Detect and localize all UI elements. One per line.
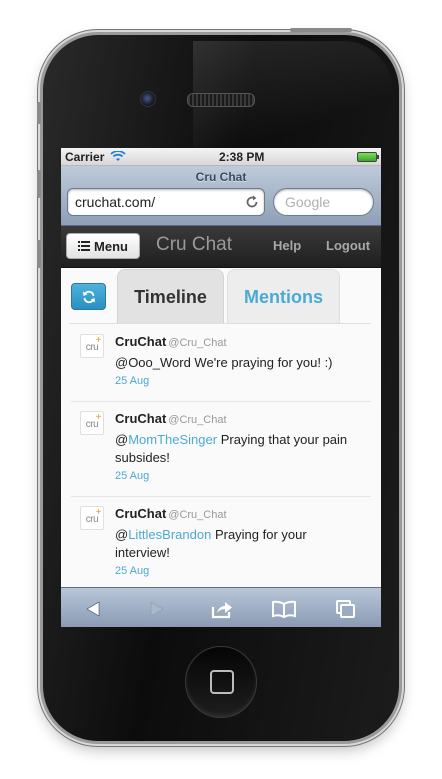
avatar[interactable]: cru + [80, 506, 104, 530]
menu-button[interactable]: Menu [66, 233, 140, 259]
status-bar: Carrier 2:38 PM [61, 148, 381, 166]
tweet-author[interactable]: CruChat [115, 411, 166, 426]
tweet-item[interactable]: cru + CruChat @Cru_Chat @Ooo_Word We're pr… [71, 325, 371, 402]
mention-link[interactable]: LittlesBrandon [128, 527, 211, 542]
reload-icon[interactable] [244, 194, 260, 210]
tweet-author[interactable]: CruChat [115, 334, 166, 349]
mention-link[interactable]: MomTheSinger [128, 432, 217, 447]
brand-title[interactable]: Cru Chat [156, 234, 232, 256]
avatar[interactable]: cru + [80, 411, 104, 435]
tweet-author[interactable]: CruChat [115, 506, 166, 521]
url-text: cruchat.com/ [75, 194, 156, 210]
tab-mentions[interactable]: Mentions [227, 269, 340, 323]
home-button[interactable] [185, 646, 257, 718]
back-arrow-icon[interactable] [83, 599, 105, 619]
earpiece-speaker [187, 93, 255, 107]
tab-timeline[interactable]: Timeline [117, 269, 224, 323]
address-bar[interactable]: cruchat.com/ [67, 188, 265, 216]
safari-toolbar [61, 587, 381, 627]
home-square-icon [210, 670, 234, 694]
forward-arrow-icon[interactable] [145, 599, 167, 619]
tweet-handle: @Cru_Chat [168, 337, 227, 349]
tweet-item[interactable]: cru + CruChat @Cru_Chat @LittlesBrandon Pr… [71, 497, 371, 587]
tweet-text: @MomTheSinger Praying that your pain sub… [115, 432, 348, 465]
list-icon [78, 241, 91, 251]
cross-icon: + [95, 335, 102, 346]
tabs-icon[interactable] [335, 599, 357, 619]
tweet-date[interactable]: 25 Aug [115, 565, 360, 577]
tweet-text: @LittlesBrandon Praying for your intervi… [115, 527, 307, 560]
page-title: Cru Chat [195, 170, 247, 184]
clock: 2:38 PM [219, 149, 265, 164]
refresh-button[interactable] [71, 283, 106, 310]
battery-icon [357, 151, 379, 162]
power-button [290, 28, 352, 32]
mute-switch [37, 102, 41, 124]
tweet-text: @Ooo_Word We're praying for you! :) [115, 355, 333, 370]
tweet-item[interactable]: cru + CruChat @Cru_Chat @MomTheSinger Pray… [71, 402, 371, 497]
app-navbar: Menu Cru Chat Help Logout [61, 226, 381, 268]
carrier-label: Carrier [65, 149, 105, 164]
tweet-handle: @Cru_Chat [168, 414, 227, 426]
tweet-date[interactable]: 25 Aug [115, 470, 360, 482]
volume-up-button [37, 170, 41, 198]
search-field[interactable]: Google [273, 188, 374, 216]
tabs-divider [69, 323, 371, 324]
bookmarks-icon[interactable] [271, 599, 297, 619]
menu-label: Menu [94, 238, 128, 254]
front-camera [140, 91, 156, 107]
cross-icon: + [95, 507, 102, 518]
phone-screen: Carrier 2:38 PM Cru Chat cruchat.com/ Go… [61, 148, 381, 627]
refresh-icon [83, 290, 95, 304]
logout-link[interactable]: Logout [326, 238, 370, 253]
avatar[interactable]: cru + [80, 334, 104, 358]
tweet-handle: @Cru_Chat [168, 509, 227, 521]
search-placeholder: Google [285, 194, 331, 210]
cross-icon: + [95, 412, 102, 423]
share-icon[interactable] [211, 599, 233, 619]
tweet-date[interactable]: 25 Aug [115, 375, 360, 387]
volume-down-button [37, 240, 41, 268]
wifi-icon [110, 151, 126, 161]
safari-top-bar: Cru Chat cruchat.com/ Google [61, 166, 381, 226]
help-link[interactable]: Help [273, 238, 301, 253]
main-content: Timeline Mentions cru + CruChat @Cru_Chat … [61, 268, 381, 587]
